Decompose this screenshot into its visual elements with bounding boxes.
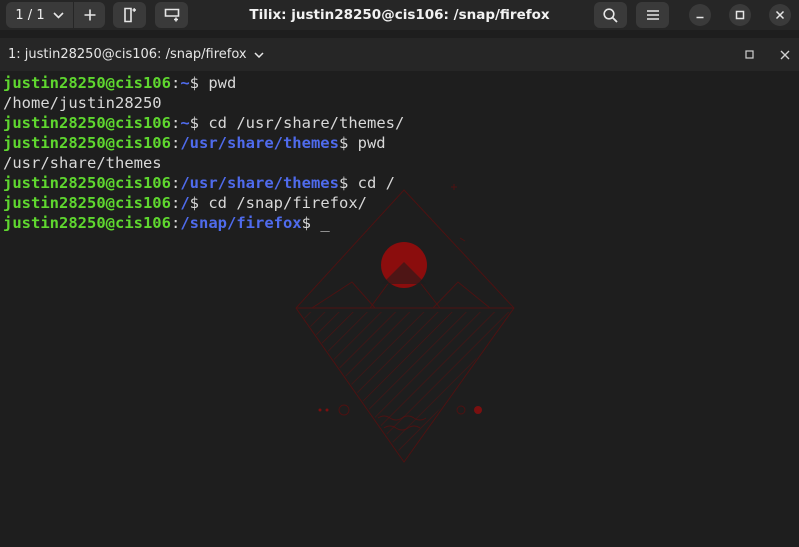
command-text: cd /snap/firefox/: [208, 194, 367, 212]
window-titlebar: 1 / 1 Tilix: justin28250@cis106: /snap/f…: [0, 0, 799, 30]
terminal-output: justin28250@cis106:~$ pwd/home/justin282…: [3, 73, 404, 233]
prompt-path: /snap/firefox: [180, 214, 302, 232]
split-right-button[interactable]: [113, 2, 146, 28]
tab-label: 1: justin28250@cis106: /snap/firefox: [8, 47, 247, 62]
search-icon: [603, 7, 618, 23]
minimize-button[interactable]: [689, 4, 711, 26]
maximize-button[interactable]: [729, 4, 751, 26]
find-button[interactable]: [594, 2, 627, 28]
prompt-separator: :: [170, 74, 181, 92]
close-button[interactable]: [769, 4, 791, 26]
command-text: pwd: [357, 134, 386, 152]
prompt-symbol: $: [189, 74, 209, 92]
command-text: cd /: [357, 174, 395, 192]
prompt-separator: :: [170, 214, 181, 232]
prompt-separator: :: [170, 134, 181, 152]
prompt-user-host: justin28250@cis106: [3, 194, 171, 212]
text-cursor: _: [320, 214, 330, 232]
maximize-icon: [735, 10, 745, 20]
prompt-path: /usr/share/themes: [180, 174, 339, 192]
terminal-output-line: /home/justin28250: [3, 93, 404, 113]
terminal-prompt-line: justin28250@cis106:/snap/firefox$ _: [3, 213, 404, 233]
plus-icon: [84, 9, 95, 21]
session-indicator: 1 / 1: [15, 7, 45, 23]
prompt-user-host: justin28250@cis106: [3, 174, 171, 192]
terminal-tab-title[interactable]: 1: justin28250@cis106: /snap/firefox: [8, 38, 264, 71]
menu-button[interactable]: [636, 2, 669, 28]
hamburger-menu-icon: [646, 10, 659, 20]
command-output: /home/justin28250: [3, 94, 162, 112]
terminal-close-button[interactable]: [774, 38, 796, 71]
terminal-prompt-line: justin28250@cis106:~$ cd /usr/share/them…: [3, 113, 404, 133]
prompt-symbol: $: [189, 194, 209, 212]
prompt-path: /usr/share/themes: [180, 134, 339, 152]
prompt-user-host: justin28250@cis106: [3, 114, 171, 132]
split-right-icon: [123, 7, 136, 23]
prompt-separator: :: [170, 174, 181, 192]
terminal-prompt-line: justin28250@cis106:/usr/share/themes$ cd…: [3, 173, 404, 193]
terminal-output-line: /usr/share/themes: [3, 153, 404, 173]
prompt-symbol: $: [338, 174, 358, 192]
prompt-symbol: $: [338, 134, 358, 152]
close-icon: [775, 10, 785, 20]
maximize-icon: [744, 50, 754, 59]
terminal-maximize-button[interactable]: [738, 38, 760, 71]
terminal-view[interactable]: justin28250@cis106:~$ pwd/home/justin282…: [0, 71, 799, 547]
prompt-path: ~: [180, 114, 190, 132]
chevron-down-icon: [53, 11, 64, 19]
minimize-icon: [696, 16, 704, 19]
close-icon: [780, 50, 790, 59]
prompt-path: ~: [180, 74, 190, 92]
add-session-button[interactable]: [74, 2, 105, 28]
prompt-symbol: $: [301, 214, 321, 232]
session-switcher: 1 / 1: [6, 2, 105, 28]
terminal-tab-bar: 1: justin28250@cis106: /snap/firefox: [0, 38, 799, 71]
command-output: /usr/share/themes: [3, 154, 162, 172]
prompt-separator: :: [170, 114, 181, 132]
terminal-prompt-line: justin28250@cis106:~$ pwd: [3, 73, 404, 93]
chevron-down-icon: [254, 51, 264, 58]
split-down-button[interactable]: [155, 2, 188, 28]
prompt-user-host: justin28250@cis106: [3, 214, 171, 232]
prompt-path: /: [180, 194, 190, 212]
command-text: cd /usr/share/themes/: [208, 114, 405, 132]
prompt-separator: :: [170, 194, 181, 212]
split-down-icon: [164, 8, 179, 22]
command-text: pwd: [208, 74, 237, 92]
prompt-symbol: $: [189, 114, 209, 132]
terminal-prompt-line: justin28250@cis106:/$ cd /snap/firefox/: [3, 193, 404, 213]
terminal-prompt-line: justin28250@cis106:/usr/share/themes$ pw…: [3, 133, 404, 153]
prompt-user-host: justin28250@cis106: [3, 134, 171, 152]
session-dropdown[interactable]: 1 / 1: [6, 2, 73, 28]
prompt-user-host: justin28250@cis106: [3, 74, 171, 92]
